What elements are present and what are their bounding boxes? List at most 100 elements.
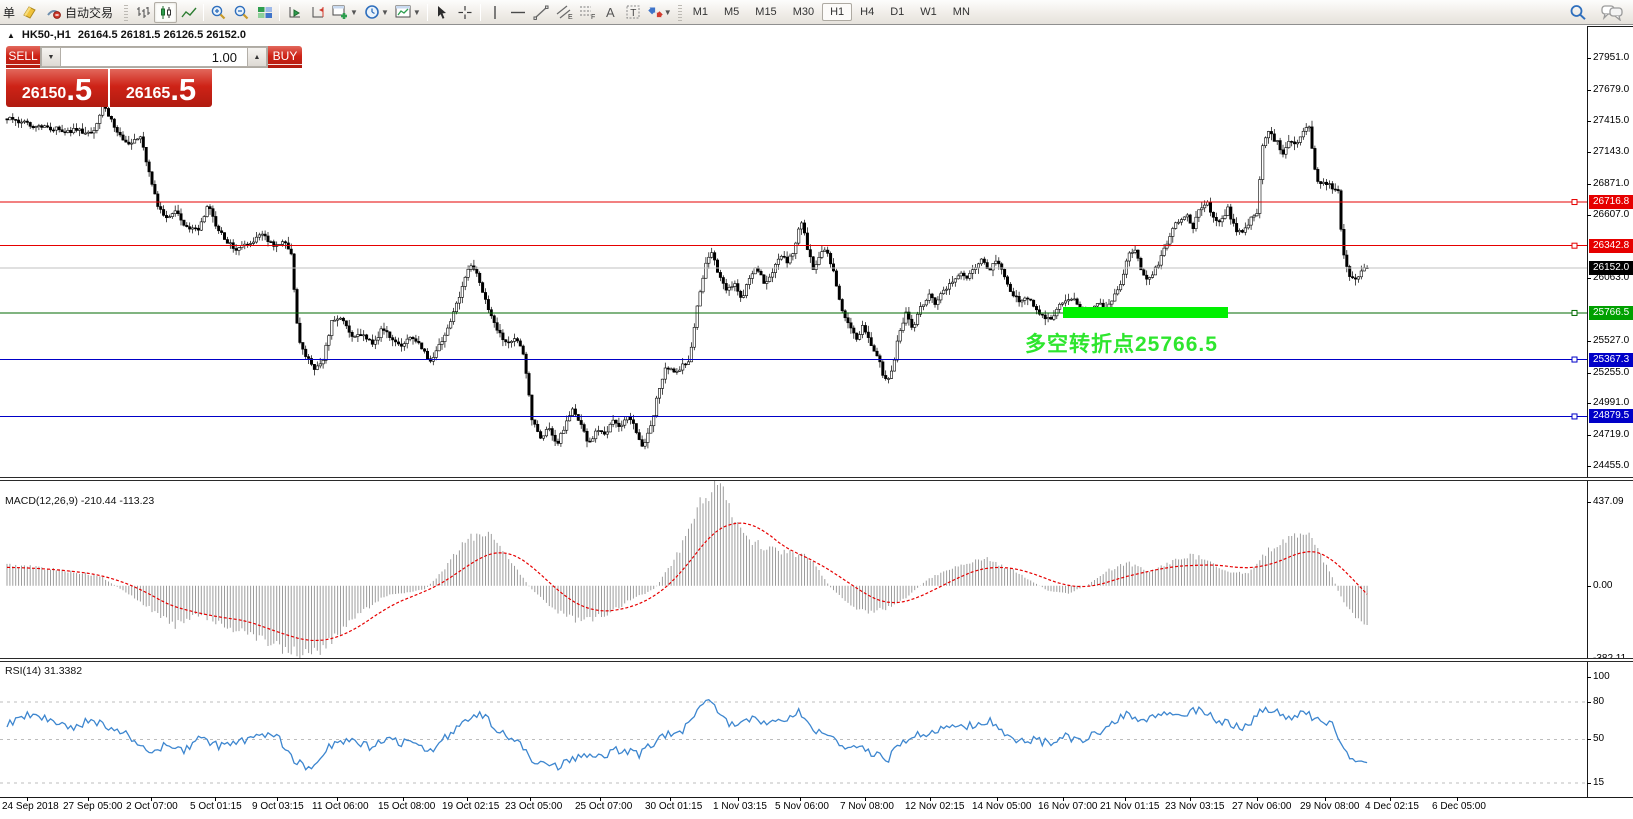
price-tick-label: 24991.0 bbox=[1593, 397, 1630, 409]
profiles-clock-button[interactable]: ▼ bbox=[361, 2, 392, 23]
buy-price-display[interactable]: 26165.5 bbox=[110, 69, 212, 107]
macd-tick-label: 0.00 bbox=[1593, 579, 1613, 591]
indicators-button[interactable]: ▼ bbox=[392, 2, 424, 23]
trendline-tool-button[interactable] bbox=[530, 2, 553, 23]
volume-decrease-button[interactable]: ▼ bbox=[41, 47, 61, 67]
top-toolbar: 单 自动交易 ▼ ▼ ▼ E F A T ▼ M1 M5 M15 M30 H1 … bbox=[0, 0, 1633, 25]
timeframe-button-M15[interactable]: M15 bbox=[747, 3, 784, 21]
macd-tick-label: 437.09 bbox=[1593, 496, 1624, 507]
price-tick-label: 24455.0 bbox=[1593, 460, 1630, 471]
chart-shift-button[interactable] bbox=[306, 2, 329, 23]
timeframe-button-D1[interactable]: D1 bbox=[882, 3, 912, 21]
tile-windows-button[interactable] bbox=[253, 2, 276, 23]
date-label: 14 Nov 05:00 bbox=[972, 801, 1032, 812]
date-label: 19 Oct 02:15 bbox=[442, 801, 500, 812]
date-label: 27 Nov 06:00 bbox=[1232, 801, 1292, 812]
autotrading-button[interactable]: 自动交易 bbox=[41, 2, 121, 23]
cursor-tool-button[interactable] bbox=[431, 2, 454, 23]
date-label: 4 Dec 02:15 bbox=[1365, 801, 1419, 812]
zoom-in-button[interactable] bbox=[207, 2, 230, 23]
toolbar-grip bbox=[124, 3, 129, 21]
date-label: 21 Nov 01:15 bbox=[1100, 801, 1160, 812]
date-label: 25 Oct 07:00 bbox=[575, 801, 633, 812]
chart-header: ▲ HK50-,H1 26164.5 26181.5 26126.5 26152… bbox=[7, 29, 246, 41]
auto-scroll-button[interactable] bbox=[283, 2, 306, 23]
line-chart-type-button[interactable] bbox=[177, 2, 200, 23]
equidistant-channel-tool-button[interactable]: E bbox=[553, 2, 576, 23]
date-label: 12 Nov 02:15 bbox=[905, 801, 965, 812]
date-label: 23 Oct 05:00 bbox=[505, 801, 563, 812]
price-tick-label: 25255.0 bbox=[1593, 366, 1630, 378]
price-tick bbox=[1587, 214, 1591, 216]
rsi-tick bbox=[1587, 677, 1591, 678]
hline-price-label: 26152.0 bbox=[1589, 260, 1633, 275]
new-order-icon[interactable] bbox=[18, 2, 41, 23]
date-label: 11 Oct 06:00 bbox=[312, 801, 369, 812]
collapse-panel-icon[interactable]: ▲ bbox=[7, 31, 15, 40]
price-tick bbox=[1587, 184, 1591, 186]
crosshair-tool-button[interactable] bbox=[454, 2, 477, 23]
price-tick-label: 26871.0 bbox=[1593, 178, 1630, 190]
rsi-tick bbox=[1587, 701, 1591, 703]
timeframe-button-MN[interactable]: MN bbox=[945, 3, 978, 21]
zoom-out-button[interactable] bbox=[230, 2, 253, 23]
svg-text:T: T bbox=[630, 8, 636, 19]
macd-pane bbox=[0, 481, 1587, 658]
timeframe-button-H1[interactable]: H1 bbox=[822, 3, 853, 21]
price-tick-label: 24719.0 bbox=[1593, 429, 1630, 441]
new-chart-button[interactable]: ▼ bbox=[329, 2, 361, 23]
vertical-line-tool-button[interactable] bbox=[484, 2, 507, 23]
fibonacci-tool-button[interactable]: F bbox=[576, 2, 599, 23]
price-tick-label: 26607.0 bbox=[1593, 208, 1630, 220]
search-icon[interactable] bbox=[1569, 4, 1587, 21]
toolbar-separator bbox=[279, 3, 281, 21]
toolbar-separator bbox=[426, 3, 428, 21]
date-label: 9 Oct 03:15 bbox=[252, 801, 304, 812]
text-label-tool-button[interactable]: T bbox=[622, 2, 645, 23]
price-tick bbox=[1587, 340, 1591, 342]
timeframe-button-H4[interactable]: H4 bbox=[852, 3, 882, 21]
rsi-tick bbox=[1587, 783, 1591, 784]
candlestick-chart-type-button[interactable] bbox=[154, 1, 178, 23]
macd-tick bbox=[1587, 585, 1591, 587]
text-tool-button[interactable]: A bbox=[599, 2, 622, 23]
price-tick bbox=[1587, 58, 1591, 59]
symbol-period-label: HK50-,H1 bbox=[21, 29, 71, 41]
hline-price-label: 24879.5 bbox=[1589, 409, 1633, 424]
timeframe-button-W1[interactable]: W1 bbox=[912, 3, 945, 21]
price-tick bbox=[1587, 278, 1591, 280]
timeframe-button-M1[interactable]: M1 bbox=[685, 3, 716, 21]
hline-price-label: 26716.8 bbox=[1589, 195, 1633, 210]
pivot-annotation[interactable]: 多空转折点25766.5 bbox=[1025, 328, 1218, 358]
toolbar-separator bbox=[479, 3, 481, 21]
buy-button[interactable]: BUY bbox=[268, 46, 302, 68]
pane-divider[interactable] bbox=[0, 658, 1633, 662]
date-label: 5 Oct 01:15 bbox=[190, 801, 242, 812]
bar-chart-type-button[interactable] bbox=[131, 2, 154, 23]
chat-icon[interactable] bbox=[1601, 4, 1623, 21]
price-tick-label: 27951.0 bbox=[1593, 52, 1630, 63]
arrows-tool-button[interactable]: ▼ bbox=[645, 2, 675, 23]
horizontal-line-tool-button[interactable] bbox=[507, 2, 530, 23]
date-label: 29 Nov 08:00 bbox=[1300, 801, 1360, 812]
hline-price-label: 25367.3 bbox=[1589, 352, 1633, 367]
sell-button[interactable]: SELL bbox=[6, 46, 40, 68]
chevron-down-icon: ▼ bbox=[350, 7, 358, 17]
timeframe-button-M30[interactable]: M30 bbox=[785, 3, 822, 21]
rsi-tick bbox=[1587, 739, 1591, 741]
date-label: 30 Oct 01:15 bbox=[645, 801, 703, 812]
volume-input[interactable] bbox=[61, 47, 247, 67]
hline-price-label: 26342.8 bbox=[1589, 238, 1633, 253]
new-order-label-partial[interactable]: 单 bbox=[0, 4, 18, 21]
autotrading-icon bbox=[47, 9, 61, 19]
hline-price-label: 25766.5 bbox=[1589, 305, 1633, 320]
date-label: 16 Nov 07:00 bbox=[1038, 801, 1098, 812]
pane-divider[interactable] bbox=[0, 477, 1633, 481]
highlight-bar[interactable] bbox=[1063, 307, 1228, 318]
volume-increase-button[interactable]: ▲ bbox=[247, 47, 267, 67]
timeframe-button-M5[interactable]: M5 bbox=[716, 3, 747, 21]
ohlc-values: 26164.5 26181.5 26126.5 26152.0 bbox=[77, 29, 247, 41]
sell-price-display[interactable]: 26150.5 bbox=[6, 69, 108, 107]
toolbar-grip bbox=[677, 3, 682, 21]
date-label: 6 Dec 05:00 bbox=[1432, 801, 1486, 812]
